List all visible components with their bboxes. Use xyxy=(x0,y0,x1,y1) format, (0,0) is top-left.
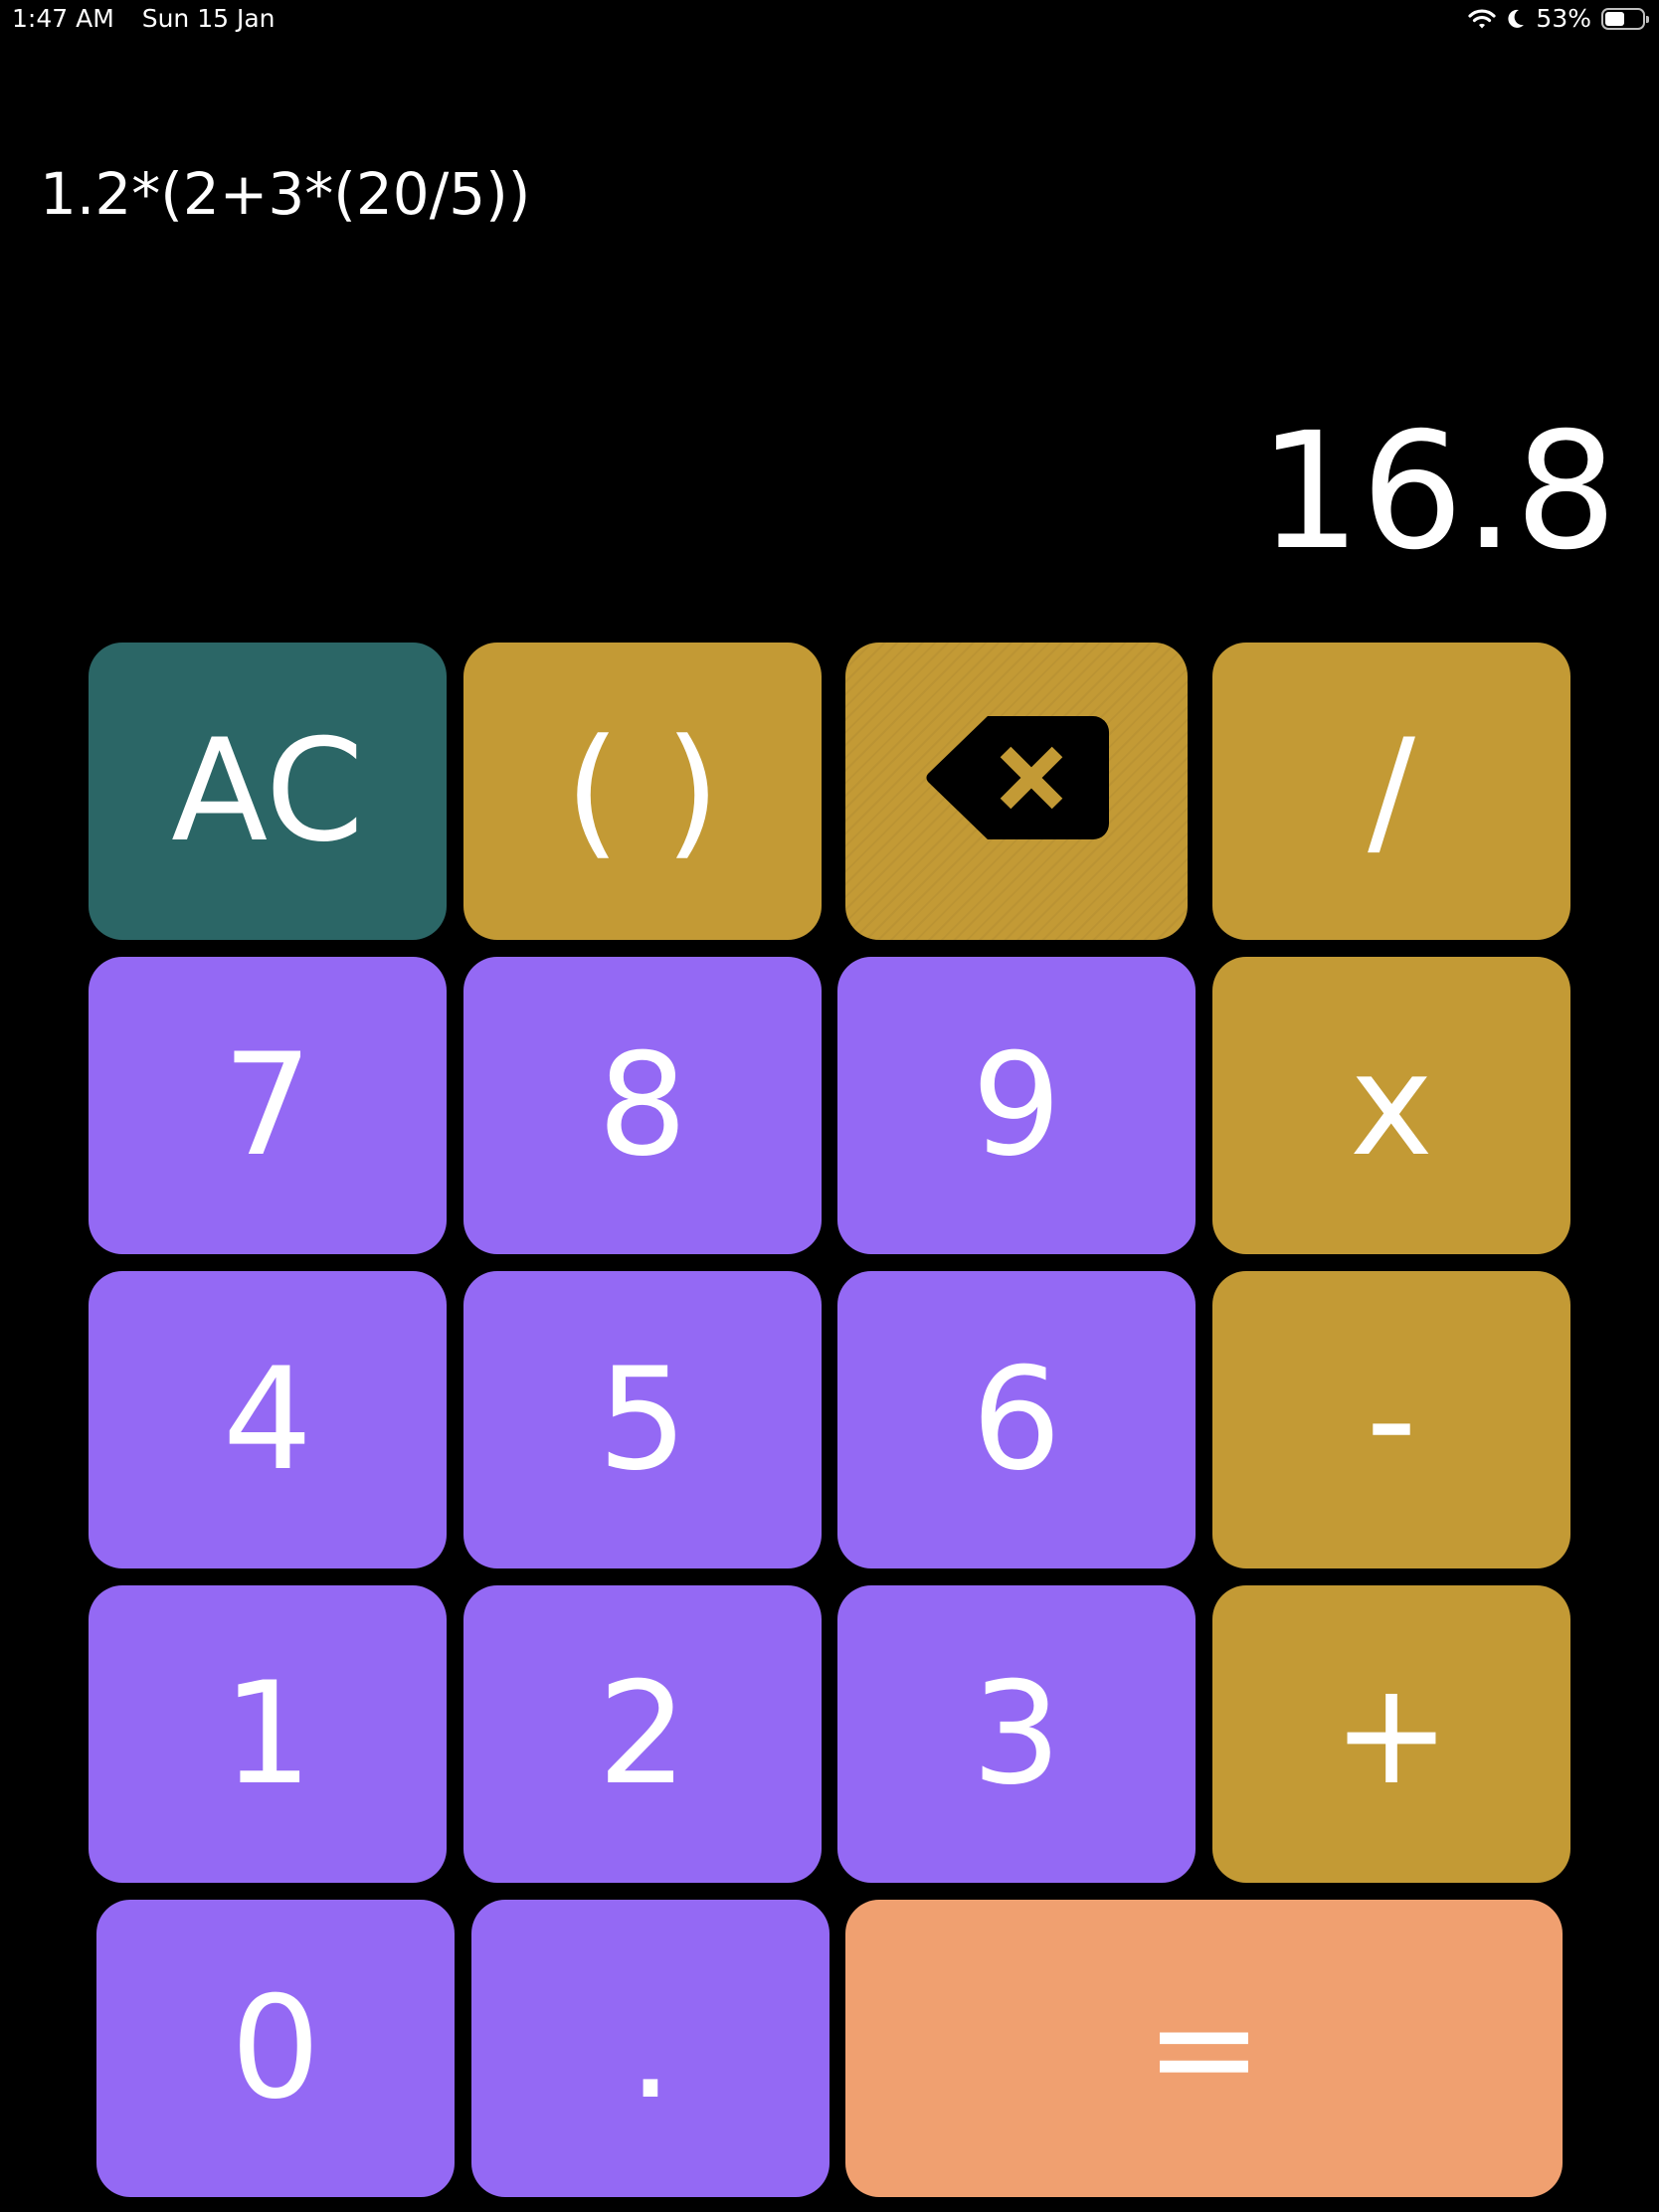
digit-2-label: 2 xyxy=(597,1651,688,1816)
decimal-button-label: . xyxy=(628,1965,673,2130)
digit-9-label: 9 xyxy=(971,1022,1062,1188)
moon-icon xyxy=(1506,8,1526,30)
digit-6-button[interactable]: 6 xyxy=(837,1271,1196,1568)
clear-button-label: AC xyxy=(171,708,364,873)
equals-button[interactable]: = xyxy=(845,1900,1563,2197)
multiply-button-label: x xyxy=(1349,1022,1434,1188)
digit-1-button[interactable]: 1 xyxy=(89,1585,447,1883)
battery-nub xyxy=(1646,15,1649,23)
battery-percent: 53% xyxy=(1536,4,1591,33)
parentheses-button-label: ( ) xyxy=(565,708,720,873)
digit-2-button[interactable]: 2 xyxy=(463,1585,822,1883)
multiply-button[interactable]: x xyxy=(1212,957,1570,1254)
backspace-button[interactable] xyxy=(845,643,1188,940)
parentheses-button[interactable]: ( ) xyxy=(463,643,822,940)
decimal-button[interactable]: . xyxy=(471,1900,830,2197)
wifi-icon xyxy=(1468,8,1497,30)
digit-8-button[interactable]: 8 xyxy=(463,957,822,1254)
expression-display: 1.2*(2+3*(20/5)) xyxy=(40,160,531,228)
digit-1-label: 1 xyxy=(222,1651,313,1816)
digit-9-button[interactable]: 9 xyxy=(837,957,1196,1254)
subtract-button[interactable]: - xyxy=(1212,1271,1570,1568)
calculator-screen: 1:47 AM Sun 15 Jan 53% 1.2*(2+3*(20/5)) … xyxy=(0,0,1659,2212)
status-right: 53% xyxy=(1468,4,1649,33)
digit-0-label: 0 xyxy=(230,1965,321,2130)
status-time: 1:47 AM xyxy=(12,4,114,33)
add-button-label: + xyxy=(1332,1651,1451,1816)
clear-button[interactable]: AC xyxy=(89,643,447,940)
add-button[interactable]: + xyxy=(1212,1585,1570,1883)
digit-5-label: 5 xyxy=(597,1337,688,1502)
digit-7-label: 7 xyxy=(222,1022,313,1188)
divide-button-label: / xyxy=(1368,708,1415,873)
digit-4-button[interactable]: 4 xyxy=(89,1271,447,1568)
backspace-icon xyxy=(924,709,1109,873)
digit-5-button[interactable]: 5 xyxy=(463,1271,822,1568)
equals-button-label: = xyxy=(1145,1965,1263,2130)
divide-button[interactable]: / xyxy=(1212,643,1570,940)
status-date: Sun 15 Jan xyxy=(141,4,276,33)
digit-8-label: 8 xyxy=(597,1022,688,1188)
status-bar: 1:47 AM Sun 15 Jan 53% xyxy=(0,0,1659,40)
subtract-button-label: - xyxy=(1366,1337,1417,1502)
digit-3-button[interactable]: 3 xyxy=(837,1585,1196,1883)
battery-icon xyxy=(1601,7,1649,30)
digit-3-label: 3 xyxy=(971,1651,1062,1816)
digit-4-label: 4 xyxy=(222,1337,313,1502)
battery-fill xyxy=(1605,11,1624,26)
digit-6-label: 6 xyxy=(971,1337,1062,1502)
status-left: 1:47 AM Sun 15 Jan xyxy=(12,4,276,33)
digit-0-button[interactable]: 0 xyxy=(96,1900,455,2197)
result-display: 16.8 xyxy=(1258,399,1617,586)
digit-7-button[interactable]: 7 xyxy=(89,957,447,1254)
